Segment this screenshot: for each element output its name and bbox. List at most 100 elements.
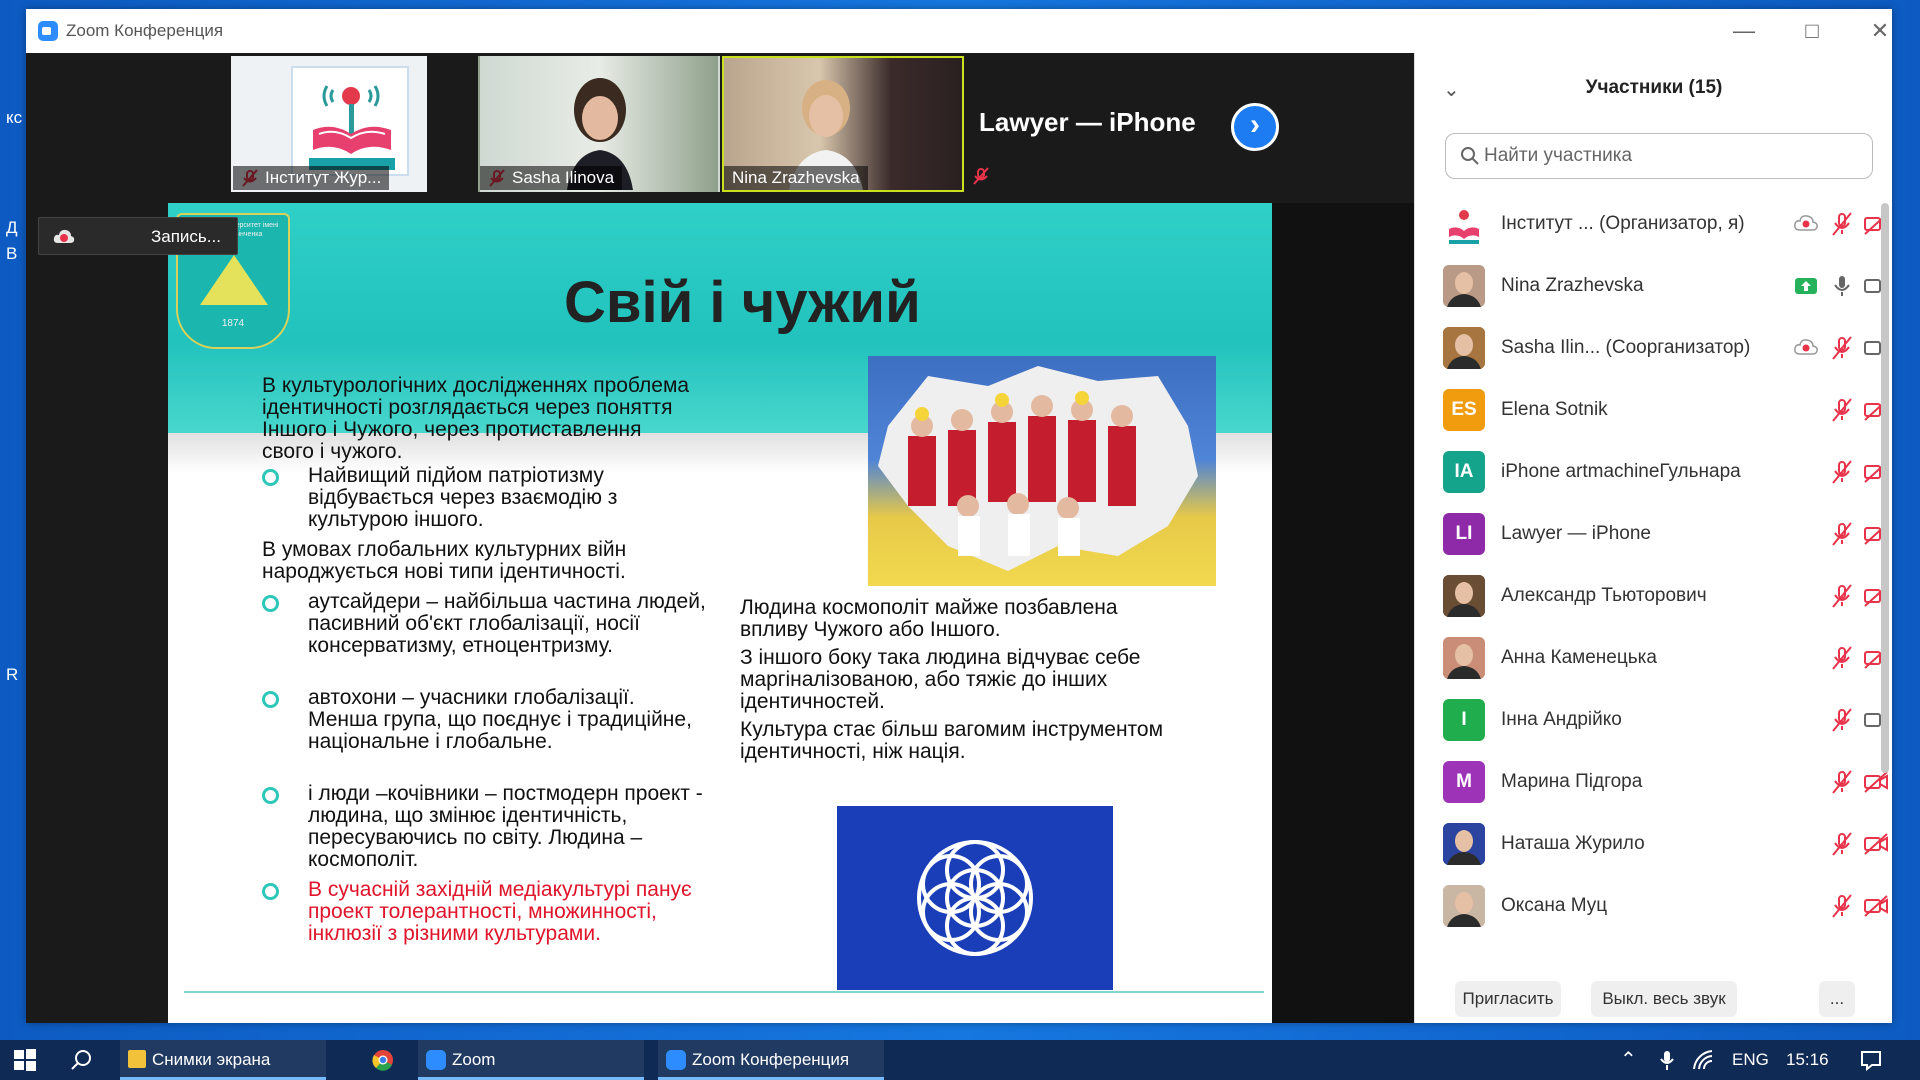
- zoom-icon: [426, 1050, 446, 1070]
- avatar: [1443, 203, 1485, 245]
- mute-all-button[interactable]: Выкл. весь звук: [1591, 981, 1737, 1017]
- search-input[interactable]: [1484, 144, 1854, 168]
- muted-mic-icon[interactable]: [1829, 645, 1855, 671]
- muted-mic-icon[interactable]: [1829, 521, 1855, 547]
- participant-name: Інститут ... (Организатор, я): [1501, 213, 1745, 234]
- muted-mic-icon[interactable]: [1829, 769, 1855, 795]
- participant-row[interactable]: Оксана Муц: [1415, 875, 1893, 937]
- participant-name-large: Lawyer — iPhone: [979, 107, 1196, 137]
- participant-name: Sasha Ilin... (Соорганизатор): [1501, 337, 1751, 358]
- chevron-up-icon[interactable]: ⌃: [1620, 1040, 1637, 1080]
- slide-title: Свій і чужий: [564, 270, 921, 335]
- avatar: [1443, 327, 1485, 369]
- desktop-label: R: [6, 665, 19, 684]
- earth-flag-image: [837, 806, 1113, 990]
- muted-mic-icon[interactable]: [1829, 583, 1855, 609]
- ukraine-map-photo: [868, 356, 1216, 586]
- recording-indicator[interactable]: Запись...: [38, 217, 238, 255]
- muted-mic-icon: [972, 167, 990, 185]
- minimize-button[interactable]: —: [1720, 15, 1768, 47]
- participant-row[interactable]: IA iPhone artmachineГульнара: [1415, 441, 1893, 503]
- participant-search[interactable]: [1445, 133, 1873, 179]
- taskbar-zoom-meeting[interactable]: Zoom Конференция: [658, 1040, 884, 1080]
- muted-mic-icon[interactable]: [1829, 335, 1855, 361]
- participant-row[interactable]: Nina Zrazhevska: [1415, 255, 1893, 317]
- institute-logo: [291, 66, 409, 176]
- bullet-icon: [262, 787, 279, 804]
- participant-row[interactable]: Sasha Ilin... (Соорганизатор): [1415, 317, 1893, 379]
- microphone-icon[interactable]: [1656, 1049, 1678, 1071]
- slide-divider: [184, 991, 1264, 993]
- logo-year: 1874: [221, 318, 245, 329]
- zoom-icon: [666, 1050, 686, 1070]
- wifi-icon[interactable]: [1692, 1049, 1714, 1071]
- slide-bullet: і люди –кочівники – постмодерн проект - …: [308, 782, 703, 871]
- slide-right-text: Людина космополіт майже позбавлена вплив…: [740, 596, 1118, 641]
- muted-mic-icon[interactable]: [1829, 211, 1855, 237]
- share-background: [1272, 203, 1414, 1023]
- next-page-button[interactable]: ›: [1231, 103, 1279, 151]
- participant-name: Nina Zrazhevska: [1501, 275, 1644, 296]
- taskbar-zoom[interactable]: Zoom: [418, 1040, 644, 1080]
- slide-bullet: аутсайдери – найбільша частина людей, па…: [308, 590, 706, 657]
- muted-mic-icon[interactable]: [1829, 831, 1855, 857]
- participant-row[interactable]: ES Elena Sotnik: [1415, 379, 1893, 441]
- recording-label: Запись...: [151, 227, 221, 246]
- participant-name: iPhone artmachineГульнара: [1501, 461, 1741, 482]
- participants-title: Участники (15): [1585, 77, 1723, 98]
- search-icon[interactable]: [70, 1049, 92, 1071]
- shared-slide: Київський університет імені Бориса Грінч…: [168, 203, 1272, 1023]
- muted-mic-icon[interactable]: [1829, 707, 1855, 733]
- slide-bullet: В сучасній західній медіакультурі панує …: [308, 878, 692, 945]
- search-icon: [1460, 146, 1480, 166]
- participant-name: Оксана Муц: [1501, 895, 1608, 916]
- avatar: IA: [1443, 451, 1485, 493]
- participant-row[interactable]: LI Lawyer — iPhone: [1415, 503, 1893, 565]
- participant-name: Elena Sotnik: [1501, 399, 1608, 420]
- muted-mic-icon[interactable]: [1829, 397, 1855, 423]
- participant-name: Sasha Ilinova: [480, 166, 623, 190]
- taskbar: Снимки экрана Zoom Zoom Конференция ⌃ EN…: [0, 1040, 1920, 1080]
- maximize-button[interactable]: □: [1788, 15, 1836, 47]
- clock[interactable]: 15:16: [1786, 1040, 1829, 1080]
- participant-row[interactable]: Наташа Журило: [1415, 813, 1893, 875]
- participant-row[interactable]: I Інна Андрійко: [1415, 689, 1893, 751]
- bullet-icon: [262, 595, 279, 612]
- desktop-label: кс: [6, 108, 23, 127]
- participant-name: Наташа Журило: [1501, 833, 1645, 854]
- video-thumbnail[interactable]: Інститут Жур...: [231, 56, 427, 192]
- notification-icon[interactable]: [1860, 1049, 1882, 1072]
- bullet-icon: [262, 883, 279, 900]
- muted-mic-icon[interactable]: [1829, 459, 1855, 485]
- language-indicator[interactable]: ENG: [1732, 1040, 1769, 1080]
- close-button[interactable]: ✕: [1856, 15, 1904, 47]
- participant-row[interactable]: Анна Каменецька: [1415, 627, 1893, 689]
- slide-intro: В культурологічних дослідженнях проблема…: [262, 374, 690, 463]
- muted-mic-icon[interactable]: [1829, 893, 1855, 919]
- participant-row[interactable]: Александр Тьюторович: [1415, 565, 1893, 627]
- participant-row[interactable]: Інститут ... (Организатор, я): [1415, 193, 1893, 255]
- video-thumbnail[interactable]: Sasha Ilinova: [478, 56, 720, 192]
- desktop-label: В: [6, 244, 18, 263]
- taskbar-explorer[interactable]: Снимки экрана: [120, 1040, 326, 1080]
- participant-list: Інститут ... (Организатор, я) Nina Zrazhe…: [1415, 193, 1893, 953]
- avatar: [1443, 637, 1485, 679]
- chrome-icon[interactable]: [372, 1049, 394, 1071]
- invite-button[interactable]: Пригласить: [1455, 981, 1561, 1017]
- zoom-window: Zoom Конференция — □ ✕ Інститут Жур... S…: [26, 9, 1892, 1023]
- windows-start-icon[interactable]: [14, 1049, 36, 1071]
- avatar: [1443, 265, 1485, 307]
- video-off-icon[interactable]: [1863, 893, 1889, 919]
- video-thumbnail-active-speaker[interactable]: Nina Zrazhevska: [722, 56, 964, 192]
- participant-row[interactable]: M Марина Підгора: [1415, 751, 1893, 813]
- slide-text: В умовах глобальних культурних війн наро…: [262, 538, 627, 583]
- slide-right-text: Культура стає більш вагомим інструментом…: [740, 718, 1164, 763]
- cloud-record-icon: [53, 227, 75, 247]
- more-button[interactable]: ...: [1819, 981, 1855, 1017]
- scrollbar[interactable]: [1881, 203, 1889, 773]
- participant-name: Lawyer — iPhone: [1501, 523, 1651, 544]
- avatar: LI: [1443, 513, 1485, 555]
- video-off-icon[interactable]: [1863, 831, 1889, 857]
- participant-name: Марина Підгора: [1501, 771, 1643, 792]
- mic-icon[interactable]: [1829, 273, 1855, 299]
